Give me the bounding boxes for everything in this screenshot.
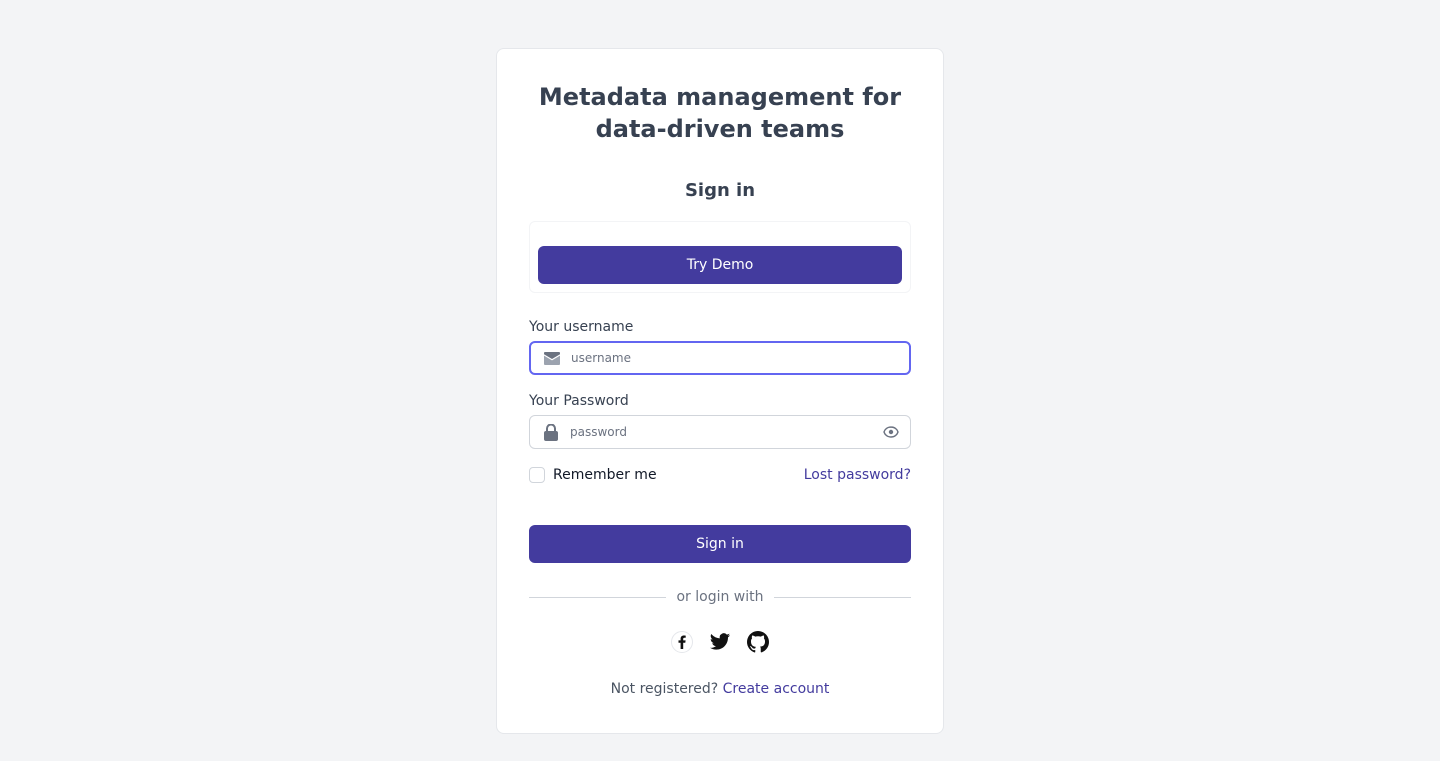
- demo-section: Try Demo: [529, 221, 911, 293]
- envelope-icon: [543, 349, 561, 367]
- username-input[interactable]: [571, 343, 873, 373]
- password-input[interactable]: [570, 416, 874, 448]
- divider-line-left: [529, 596, 667, 598]
- register-row: Not registered? Create account: [497, 679, 943, 699]
- username-field[interactable]: [529, 341, 911, 375]
- remember-checkbox[interactable]: [529, 467, 545, 483]
- signin-card: Metadata management for data-driven team…: [496, 48, 944, 734]
- github-icon[interactable]: [747, 631, 769, 653]
- lost-password-link[interactable]: Lost password?: [804, 465, 911, 485]
- try-demo-button[interactable]: Try Demo: [538, 246, 902, 284]
- username-label: Your username: [529, 319, 634, 335]
- remember-row: Remember me Lost password?: [529, 465, 911, 485]
- create-account-link[interactable]: Create account: [723, 681, 830, 697]
- divider-line-right: [773, 596, 911, 598]
- signin-title: Sign in: [684, 180, 756, 201]
- password-label: Your Password: [529, 393, 629, 409]
- login-divider: or login with: [529, 587, 911, 607]
- register-prompt: Not registered?: [610, 681, 719, 697]
- divider-text: or login with: [676, 589, 764, 605]
- eye-icon[interactable]: [882, 423, 900, 441]
- social-login-row: [497, 631, 943, 653]
- facebook-icon[interactable]: [671, 631, 693, 653]
- remember-label[interactable]: Remember me: [553, 465, 657, 485]
- lock-icon: [542, 423, 560, 441]
- sign-in-button[interactable]: Sign in: [529, 525, 911, 563]
- page-headline: Metadata management for data-driven team…: [538, 83, 902, 143]
- password-field[interactable]: [529, 415, 911, 449]
- twitter-icon[interactable]: [709, 631, 731, 653]
